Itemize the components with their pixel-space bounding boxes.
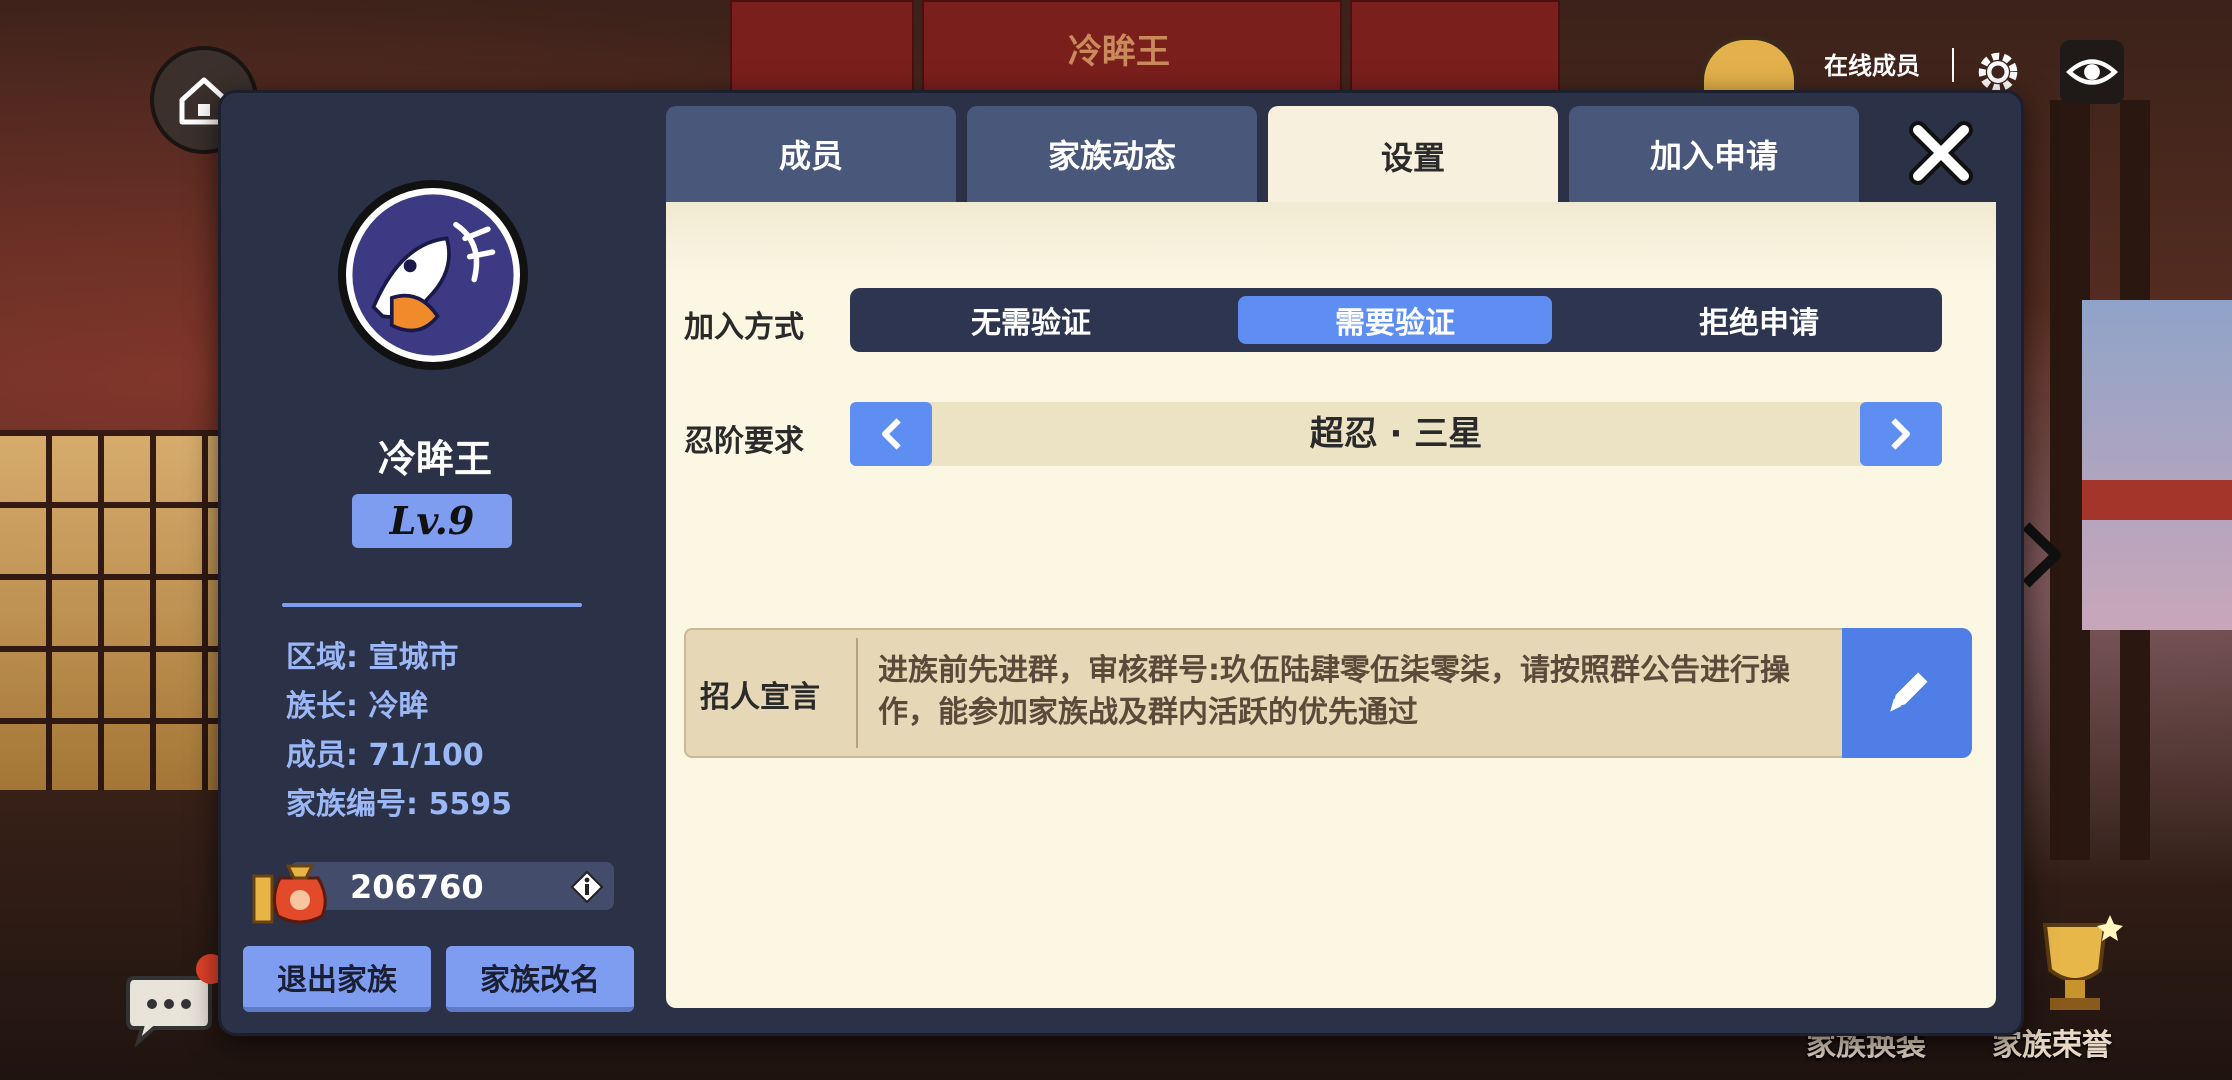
rank-previous-button[interactable]: [850, 402, 932, 466]
rename-family-button[interactable]: 家族改名: [446, 946, 634, 1012]
info-icon[interactable]: [570, 870, 604, 904]
scene-lantern-window: [0, 430, 220, 790]
online-members-label: 在线成员: [1824, 52, 1920, 80]
join-option-verification-required[interactable]: 需要验证: [1238, 296, 1552, 344]
divider: [1952, 48, 1954, 82]
family-leader: 族长: 冷眸: [286, 689, 429, 724]
trophy-icon[interactable]: [2020, 910, 2130, 1020]
chevron-left-icon: [882, 418, 901, 450]
family-emblem: [338, 180, 528, 370]
settings-panel-header: [666, 202, 1996, 282]
family-member-count: 成员: 71/100: [286, 738, 484, 773]
divider: [856, 638, 858, 748]
quit-family-button[interactable]: 退出家族: [243, 946, 431, 1012]
tab-family-news[interactable]: 家族动态: [967, 106, 1257, 202]
family-region: 区域: 宣城市: [286, 640, 459, 675]
tab-settings[interactable]: 设置: [1268, 106, 1558, 206]
family-funds-value: 206760: [350, 868, 484, 906]
scene-railing: [2082, 480, 2232, 520]
join-method-label: 加入方式: [684, 310, 804, 345]
scene-family-title: 冷眸王: [1068, 32, 1170, 72]
rank-requirement-value: 超忍 · 三星: [1309, 414, 1483, 454]
family-name: 冷眸王: [377, 437, 492, 481]
eye-button[interactable]: [2060, 40, 2124, 104]
chevron-right-icon: [1891, 418, 1910, 450]
money-bag-icon: [252, 864, 327, 924]
scene-banner: [730, 0, 914, 94]
pencil-icon: [1890, 672, 1928, 712]
recruit-declaration-text: 进族前先进群，审核群号:玖伍陆肆零伍柒零柒，请按照群公告进行操作，能参加家族战及…: [878, 653, 1790, 730]
join-option-no-verification[interactable]: 无需验证: [866, 296, 1196, 344]
family-id: 家族编号: 5595: [286, 787, 512, 822]
join-option-reject[interactable]: 拒绝申请: [1594, 296, 1924, 344]
scene-banner: [1350, 0, 1560, 94]
recruit-declaration-label: 招人宣言: [700, 680, 820, 715]
family-level-badge: Lv.9: [352, 494, 512, 548]
scene-sky: [2082, 300, 2232, 630]
koi-fish-emblem-icon: [352, 194, 514, 356]
rank-next-button[interactable]: [1860, 402, 1942, 466]
close-icon[interactable]: [1906, 118, 1976, 188]
eye-icon: [2066, 59, 2118, 85]
tab-join-requests[interactable]: 加入申请: [1569, 106, 1859, 202]
divider: [282, 603, 582, 607]
rank-requirement-label: 忍阶要求: [684, 424, 804, 459]
edit-declaration-button[interactable]: [1842, 628, 1972, 758]
tab-members[interactable]: 成员: [666, 106, 956, 202]
